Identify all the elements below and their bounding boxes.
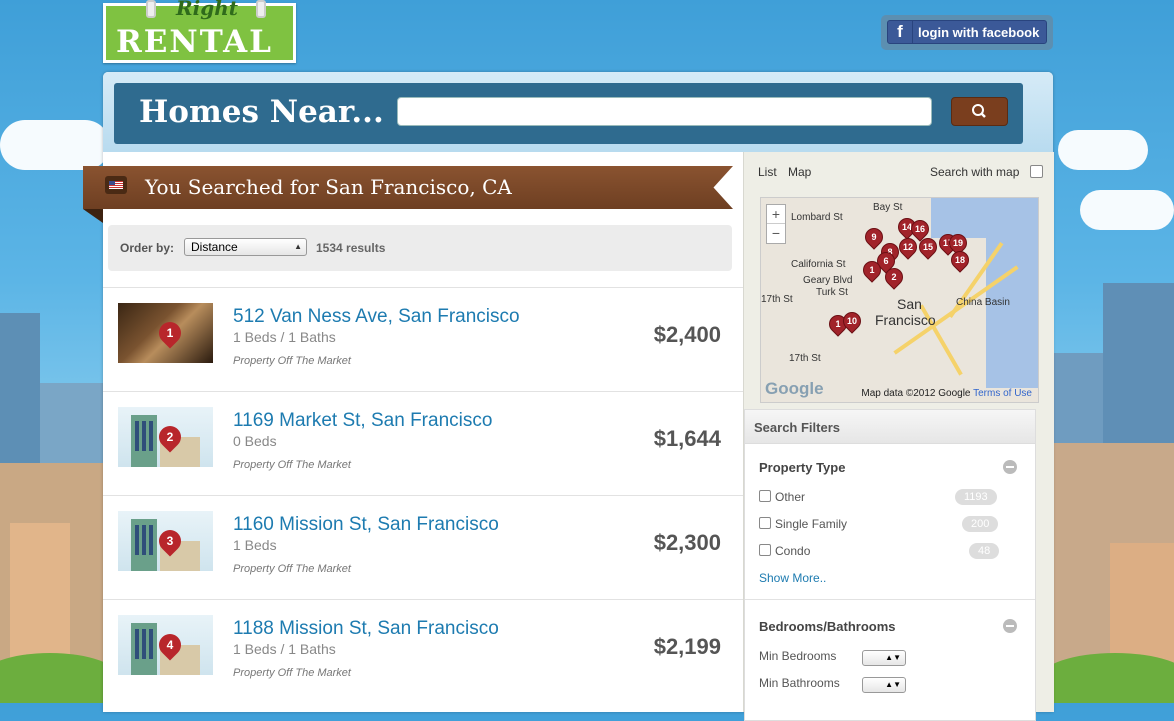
listing-beds: 0 Beds: [233, 433, 277, 449]
us-flag-icon: [105, 176, 127, 194]
filter-count-badge: 1193: [955, 489, 997, 505]
listing-status: Property Off The Market: [233, 667, 351, 679]
min-bathrooms-label: Min Bathrooms: [759, 676, 840, 690]
select-arrows-icon: ▲: [294, 242, 302, 251]
map-marker-icon[interactable]: 18: [947, 247, 973, 273]
search-bar: Homes Near...: [114, 83, 1023, 144]
search-title: Homes Near...: [139, 94, 384, 130]
search-filters-header: Search Filters: [745, 410, 1035, 444]
listing-address-link[interactable]: 1169 Market St, San Francisco: [233, 410, 492, 432]
facebook-login-label: login with facebook: [918, 25, 1040, 40]
listing-status: Property Off The Market: [233, 563, 351, 575]
bedrooms-bathrooms-title: Bedrooms/Bathrooms: [759, 619, 896, 634]
order-bar: Order by: Distance ▲ 1534 results: [108, 225, 732, 271]
listing-price: $2,199: [653, 634, 721, 659]
logo-main-text: RENTAL: [116, 24, 273, 60]
collapse-property-type-icon[interactable]: [1003, 460, 1017, 474]
min-bathrooms-select[interactable]: ▲▼: [862, 677, 906, 693]
terms-of-use-link[interactable]: Terms of Use: [973, 388, 1032, 399]
listing-item[interactable]: 1 512 Van Ness Ave, San Francisco 1 Beds…: [103, 287, 743, 391]
filter-count-badge: 48: [969, 543, 1000, 559]
map-pin-icon: 1: [154, 317, 186, 349]
map-filter-column: List Map Search with map Bay St Lombard …: [743, 152, 1054, 721]
listing-address-link[interactable]: 1188 Mission St, San Francisco: [233, 618, 499, 640]
map-zoom-out-button[interactable]: −: [767, 224, 785, 242]
min-bedrooms-select[interactable]: ▲▼: [862, 650, 906, 666]
filter-count-badge: 200: [962, 516, 999, 532]
tab-map[interactable]: Map: [788, 165, 811, 179]
listing-item[interactable]: 3 1160 Mission St, San Francisco 1 Beds …: [103, 495, 743, 599]
results-map[interactable]: Bay St Lombard St California St Geary Bl…: [760, 197, 1039, 403]
search-filters-title: Search Filters: [754, 420, 840, 435]
map-zoom-control: + −: [766, 204, 786, 244]
filter-option-condo[interactable]: Condo: [759, 544, 810, 558]
listing-beds: 1 Beds / 1 Baths: [233, 329, 336, 345]
map-pin-icon: 3: [154, 525, 186, 557]
listing-address-link[interactable]: 512 Van Ness Ave, San Francisco: [233, 306, 520, 328]
tab-list[interactable]: List: [758, 165, 777, 179]
show-more-link[interactable]: Show More..: [759, 571, 826, 585]
facebook-f-icon: f: [888, 21, 913, 43]
main-panel: Homes Near... You Searched for San Franc…: [83, 72, 1054, 721]
search-result-heading: You Searched for San Francisco, CA: [145, 175, 512, 199]
search-with-map-checkbox[interactable]: [1030, 165, 1043, 178]
facebook-login-button[interactable]: f login with facebook: [887, 20, 1047, 44]
min-bedrooms-label: Min Bedrooms: [759, 649, 837, 663]
ribbon-fold: [83, 209, 103, 223]
search-input[interactable]: [397, 97, 932, 126]
logo-sub-text: Right: [176, 0, 238, 20]
listing-status: Property Off The Market: [233, 459, 351, 471]
google-logo: Google: [765, 379, 824, 398]
map-pin-icon: 2: [154, 421, 186, 453]
map-attribution: Map data ©2012 Google Terms of Use: [861, 388, 1032, 399]
order-by-value: Distance: [191, 240, 238, 254]
filter-divider: [745, 599, 1035, 600]
listing-beds: 1 Beds / 1 Baths: [233, 641, 336, 657]
map-marker-icon[interactable]: 2: [881, 264, 907, 290]
results-count: 1534 results: [316, 241, 386, 255]
filter-option-other[interactable]: Other: [759, 490, 805, 504]
property-type-title: Property Type: [759, 460, 846, 475]
listing-beds: 1 Beds: [233, 537, 277, 553]
search-filters-panel: Search Filters Property Type Other 1193 …: [744, 409, 1036, 721]
search-icon: [972, 104, 986, 118]
collapse-bedrooms-icon[interactable]: [1003, 619, 1017, 633]
facebook-login-container: f login with facebook: [881, 15, 1053, 50]
listing-item[interactable]: 4 1188 Mission St, San Francisco 1 Beds …: [103, 599, 743, 703]
map-pin-icon: 4: [154, 629, 186, 661]
search-ribbon: You Searched for San Francisco, CA: [83, 166, 733, 209]
listing-price: $2,300: [653, 530, 721, 555]
checkbox[interactable]: [759, 517, 771, 529]
listing-address-link[interactable]: 1160 Mission St, San Francisco: [233, 514, 499, 536]
map-marker-icon[interactable]: 15: [915, 234, 941, 260]
order-by-label: Order by:: [120, 241, 175, 255]
search-button[interactable]: [951, 97, 1008, 126]
listing-price: $1,644: [653, 426, 721, 451]
checkbox[interactable]: [759, 490, 771, 502]
results-column: You Searched for San Francisco, CA Order…: [83, 152, 743, 712]
site-logo[interactable]: Right RENTAL: [103, 0, 296, 63]
search-section: Homes Near...: [103, 72, 1053, 152]
order-by-select[interactable]: Distance ▲: [184, 238, 307, 256]
listing-price: $2,400: [653, 322, 721, 347]
search-with-map-label: Search with map: [930, 165, 1020, 179]
checkbox[interactable]: [759, 544, 771, 556]
listing-item[interactable]: 2 1169 Market St, San Francisco 0 Beds P…: [103, 391, 743, 495]
map-zoom-in-button[interactable]: +: [767, 205, 785, 224]
filter-option-single-family[interactable]: Single Family: [759, 517, 847, 531]
listing-status: Property Off The Market: [233, 355, 351, 367]
